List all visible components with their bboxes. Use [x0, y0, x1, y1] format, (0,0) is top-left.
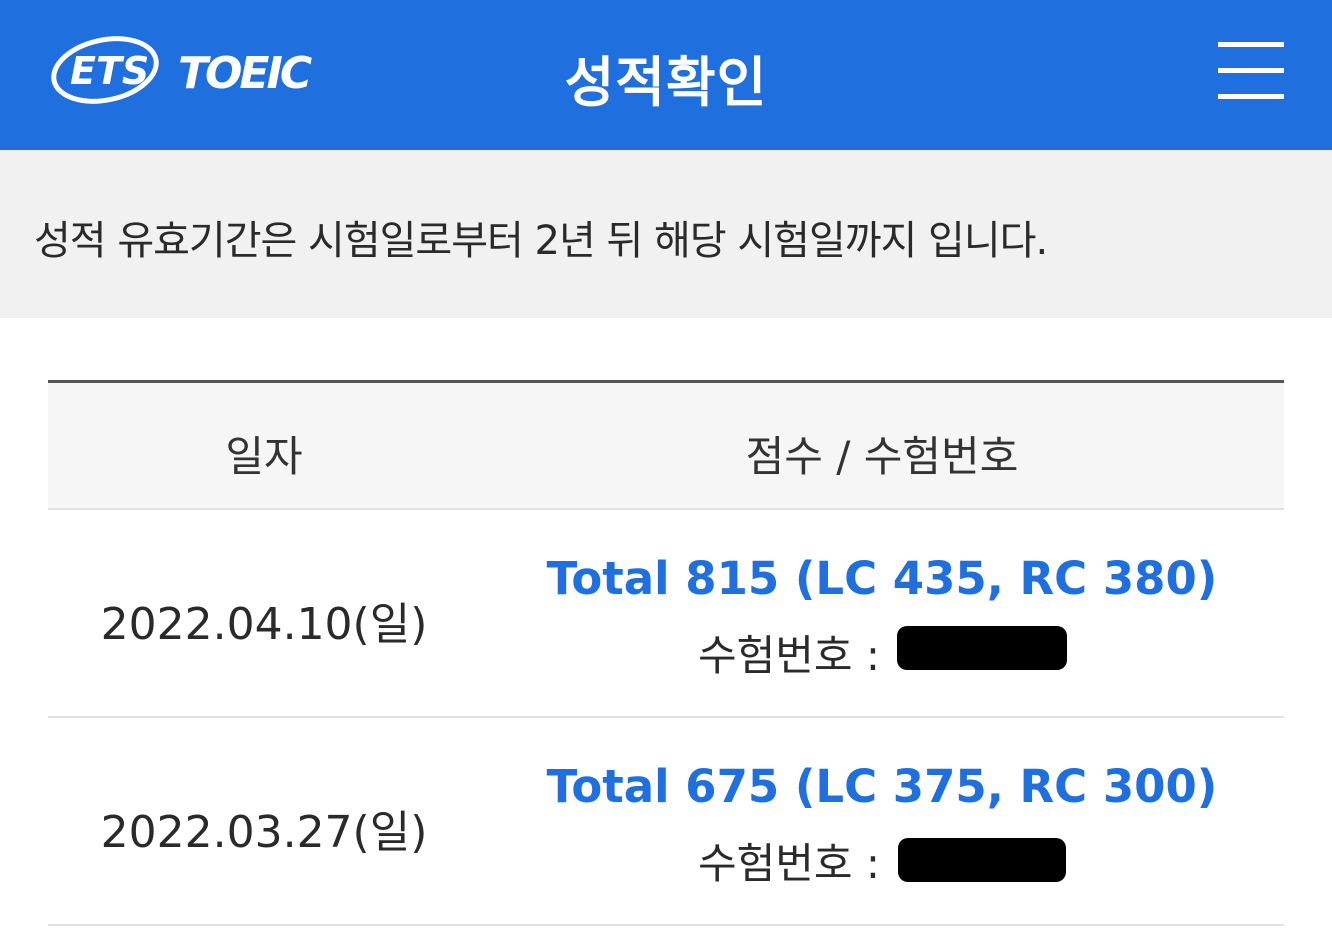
- page-title: 성적확인: [564, 51, 768, 114]
- exam-date: 2022.03.27(일): [100, 807, 428, 858]
- exam-number-label: 수험번호 :: [698, 631, 881, 680]
- table-header-row: 일자 점수 / 수험번호: [48, 380, 1284, 510]
- app-header: ETS TOEIC 성적확인: [0, 0, 1332, 150]
- exam-date: 2022.04.10(일): [100, 599, 428, 650]
- score-link[interactable]: Total 815 (LC 435, RC 380): [480, 552, 1284, 605]
- redacted-exam-number: [898, 838, 1066, 882]
- column-header-date: 일자: [225, 432, 303, 481]
- validity-notice-text: 성적 유효기간은 시험일로부터 2년 뒤 해당 시험일까지 입니다.: [34, 218, 1048, 264]
- score-link[interactable]: Total 675 (LC 375, RC 300): [480, 760, 1284, 813]
- table-row: 2022.03.27(일) Total 675 (LC 375, RC 300)…: [48, 718, 1284, 926]
- column-header-score: 점수 / 수험번호: [745, 432, 1019, 481]
- redacted-exam-number: [897, 626, 1067, 670]
- table-row: 2022.04.10(일) Total 815 (LC 435, RC 380)…: [48, 510, 1284, 718]
- exam-number-label: 수험번호 :: [698, 839, 881, 888]
- hamburger-menu-icon[interactable]: [1218, 42, 1284, 102]
